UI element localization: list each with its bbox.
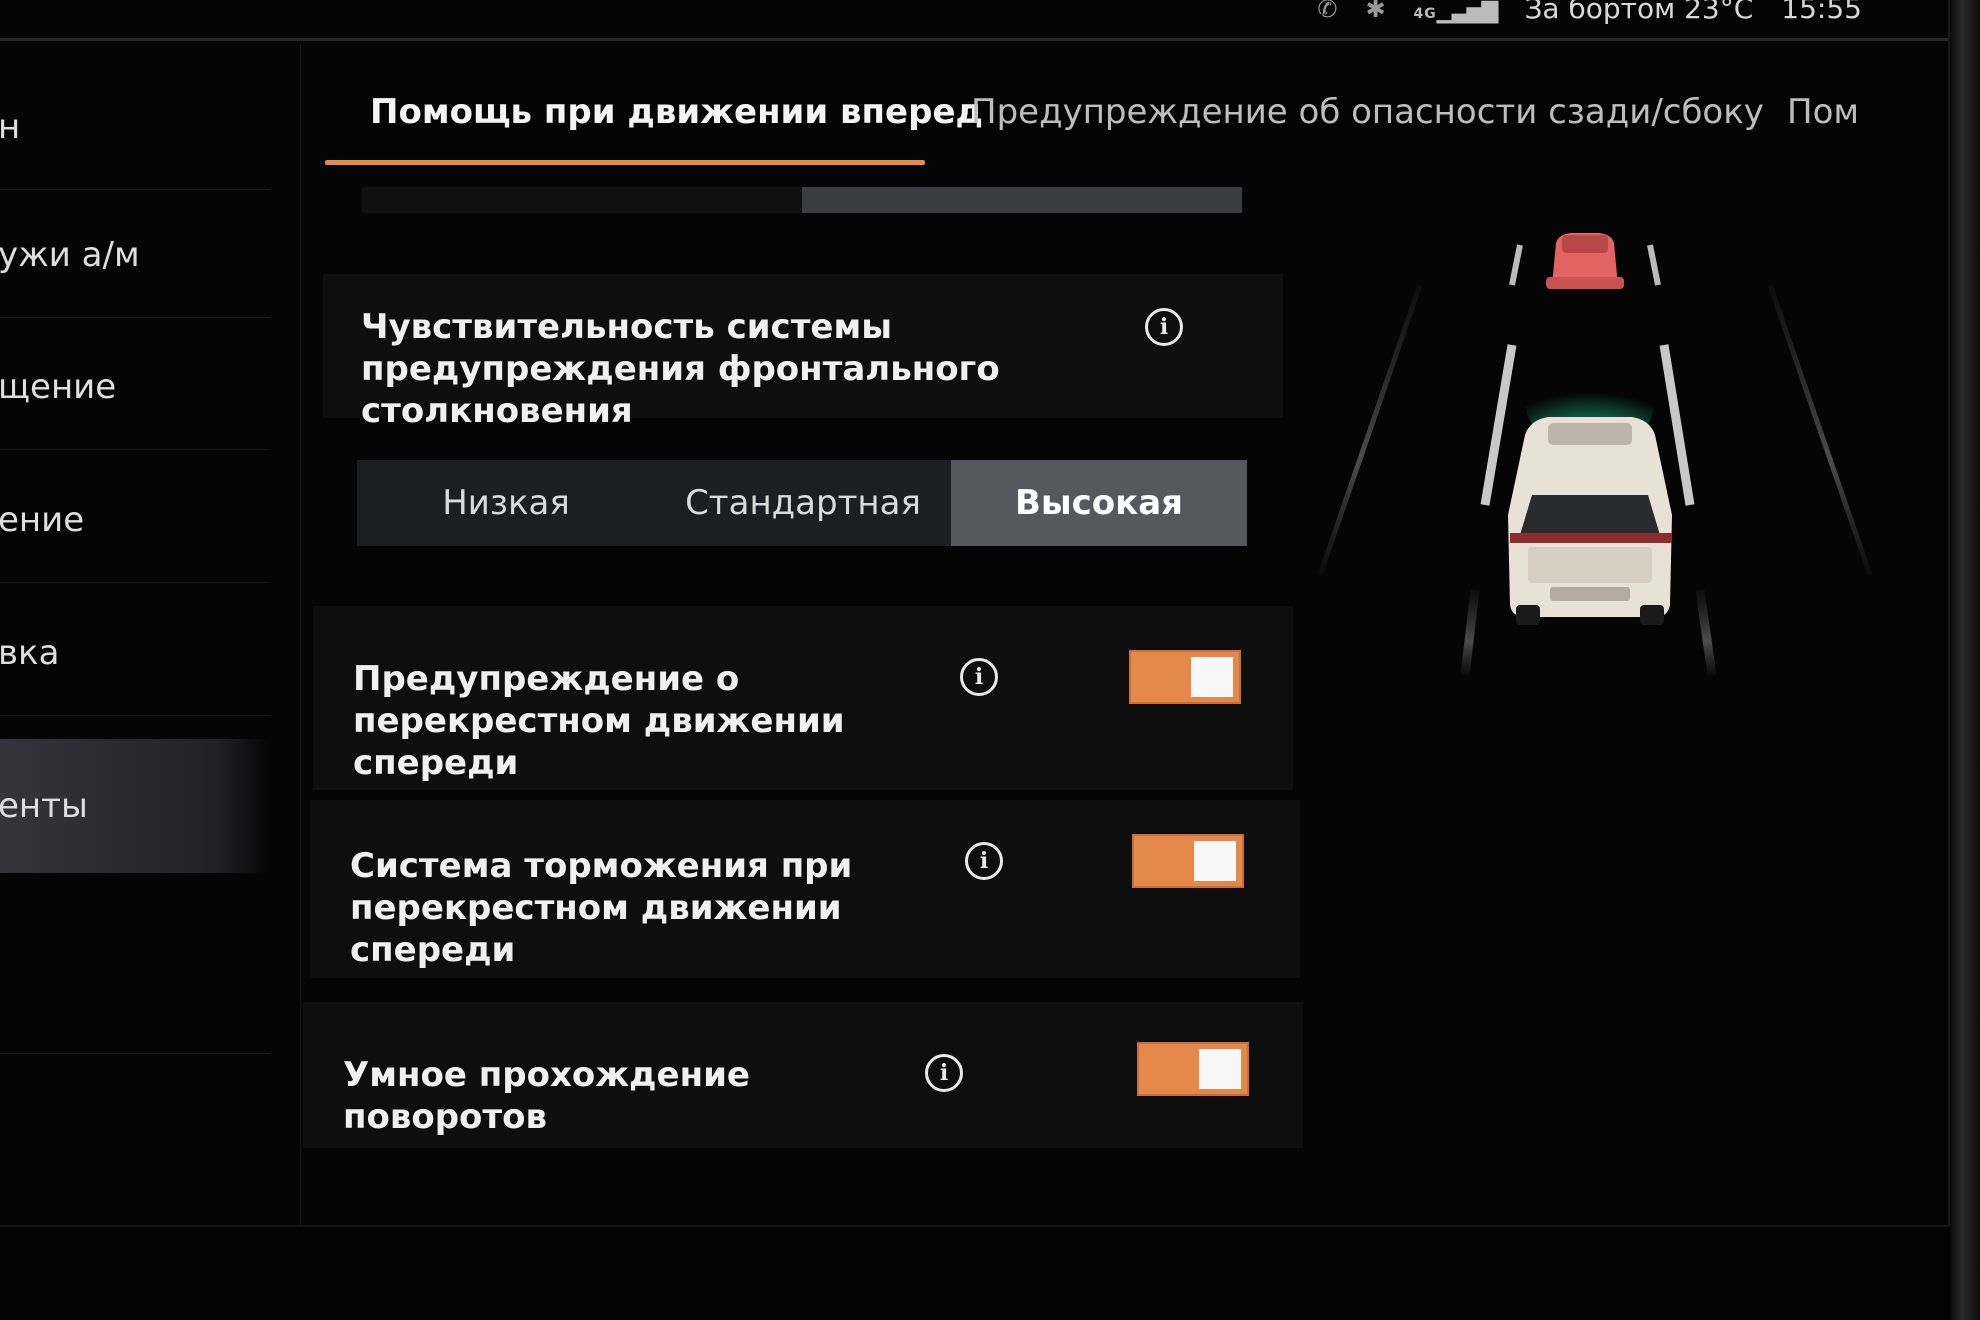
tab-forward-assist[interactable]: Помощь при движении вперед: [370, 92, 983, 132]
scroll-thumb[interactable]: [802, 187, 1242, 213]
toggle-knob: [1191, 657, 1233, 697]
bluetooth-icon: ✱: [1365, 0, 1386, 23]
sidebar-item-3[interactable]: щение: [0, 324, 270, 450]
network-type: 4G: [1413, 6, 1437, 22]
tab-more[interactable]: Пом: [1787, 92, 1859, 132]
sensitivity-title: Чувствительность системы предупреждения …: [361, 307, 1000, 431]
tab-rear-side-warning[interactable]: Предупреждение об опасности сзади/сбоку: [971, 92, 1764, 132]
toggle-switch-on[interactable]: [1137, 1042, 1249, 1096]
lead-vehicle-icon: [1546, 233, 1624, 289]
sidebar-item-5[interactable]: вка: [0, 590, 270, 716]
ego-vehicle-icon: [1508, 417, 1672, 625]
toggle-knob: [1194, 841, 1236, 881]
forward-collision-illustration: [1317, 233, 1873, 676]
sidebar-item-label: н: [0, 106, 21, 147]
toggle-card-smart-cornering: Умное прохождение поворотов i: [303, 1002, 1303, 1148]
sidebar-item-1[interactable]: н: [0, 64, 270, 190]
signal-icon: ▁▃▅▇: [1436, 0, 1499, 24]
status-bar: ✆ ✱ 4G▁▃▅▇ За бортом 23°C 15:55: [0, 0, 1948, 41]
sidebar-item-empty: [0, 924, 270, 1054]
outside-temperature: За бортом 23°C: [1524, 0, 1754, 25]
network-indicator: 4G▁▃▅▇: [1413, 0, 1499, 25]
sidebar: н ужи а/м щение ение вка енты: [0, 44, 301, 1225]
sidebar-item-label: ужи а/м: [0, 234, 140, 275]
sidebar-item-assistants-active[interactable]: енты: [0, 739, 270, 873]
sidebar-item-2[interactable]: ужи а/м: [0, 192, 270, 318]
sidebar-item-label: енты: [0, 786, 88, 826]
clock: 15:55: [1781, 0, 1862, 25]
sensitivity-selector: Низкая Стандартная Высокая: [357, 460, 1247, 546]
status-right: ✆ ✱ 4G▁▃▅▇ За бортом 23°C 15:55: [1317, 0, 1862, 25]
sidebar-item-4[interactable]: ение: [0, 457, 270, 583]
option-standard[interactable]: Стандартная: [655, 460, 951, 546]
device-bezel-bottom: [0, 1228, 1950, 1320]
option-low[interactable]: Низкая: [357, 460, 655, 546]
toggle-switch-on[interactable]: [1129, 650, 1241, 704]
info-icon[interactable]: i: [965, 842, 1003, 880]
phone-icon: ✆: [1317, 0, 1338, 23]
sidebar-item-label: вка: [0, 632, 60, 673]
tab-bar: Помощь при движении вперед Предупреждени…: [325, 70, 1885, 168]
toggle-knob: [1199, 1049, 1241, 1089]
infotainment-screen: ✆ ✱ 4G▁▃▅▇ За бортом 23°C 15:55 н ужи а/…: [0, 0, 1950, 1227]
device-bezel: [1950, 0, 1980, 1320]
toggle-label: Система торможения при перекрестном движ…: [350, 846, 853, 970]
toggle-switch-on[interactable]: [1132, 834, 1244, 888]
sidebar-item-label: ение: [0, 499, 85, 540]
info-icon[interactable]: i: [1145, 308, 1183, 346]
info-icon[interactable]: i: [960, 658, 998, 696]
toggle-card-cross-traffic-warning: Предупреждение о перекрестном движении с…: [313, 606, 1293, 790]
active-tab-underline: [325, 160, 925, 165]
toggle-card-cross-traffic-braking: Система торможения при перекрестном движ…: [310, 800, 1300, 978]
sidebar-item-label: щение: [0, 366, 117, 407]
sensitivity-card: Чувствительность системы предупреждения …: [323, 274, 1283, 431]
option-high-selected[interactable]: Высокая: [951, 460, 1247, 546]
info-icon[interactable]: i: [925, 1054, 963, 1092]
scroll-track[interactable]: [362, 187, 1242, 213]
toggle-label: Умное прохождение поворотов: [343, 1055, 750, 1137]
toggle-label: Предупреждение о перекрестном движении с…: [353, 659, 845, 783]
